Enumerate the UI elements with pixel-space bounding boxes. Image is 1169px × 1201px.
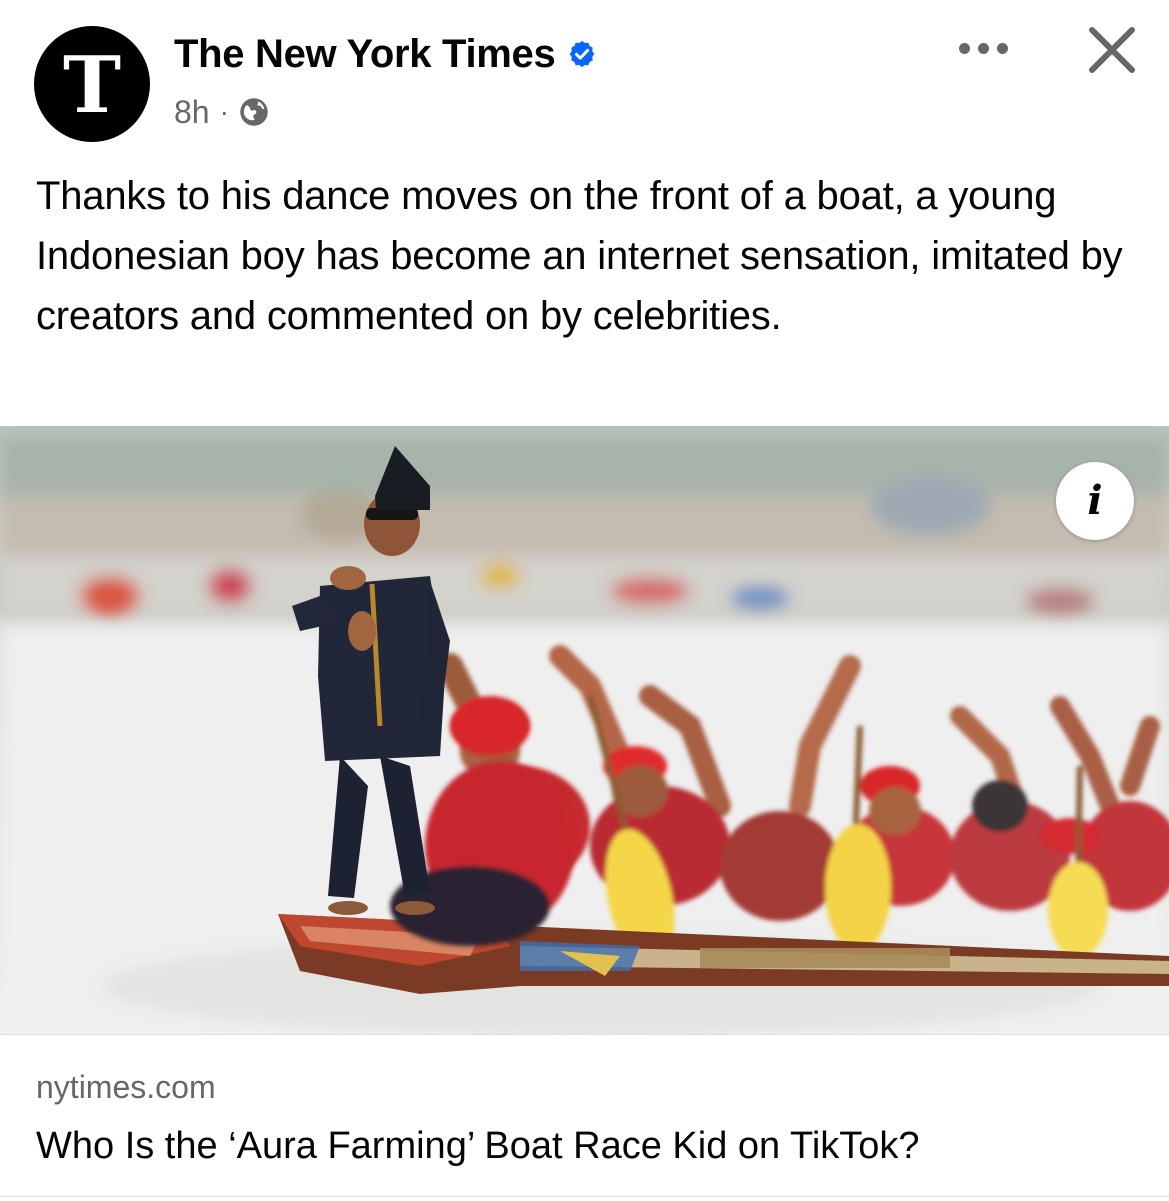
info-button[interactable]: i [1056, 462, 1134, 540]
link-preview[interactable]: nytimes.com Who Is the ‘Aura Farming’ Bo… [0, 1034, 1169, 1201]
post-meta: 8h · [174, 92, 269, 132]
divider [0, 1196, 1169, 1197]
boat-race-photo [0, 426, 1169, 1034]
meta-separator: · [219, 96, 229, 127]
more-dot [977, 42, 989, 54]
verified-badge-icon [570, 40, 595, 68]
more-dot [958, 42, 970, 54]
post-timestamp[interactable]: 8h [174, 94, 210, 131]
link-title[interactable]: Who Is the ‘Aura Farming’ Boat Race Kid … [36, 1125, 1146, 1168]
info-icon: i [1087, 477, 1103, 524]
post-image[interactable] [0, 426, 1169, 1034]
page-name-row: The New York Times [174, 30, 597, 78]
page-name[interactable]: The New York Times [174, 32, 556, 77]
more-options-icon[interactable] [948, 28, 1018, 68]
post-caption: Thanks to his dance moves on the front o… [36, 174, 1123, 338]
more-dot [996, 42, 1008, 54]
close-icon[interactable] [1082, 20, 1142, 80]
globe-icon[interactable] [239, 97, 269, 127]
facebook-post: T The New York Times 8h · Thanks to his … [0, 0, 1169, 1201]
link-domain: nytimes.com [36, 1069, 216, 1105]
nyt-logo-icon: T [62, 40, 122, 131]
page-avatar[interactable]: T [34, 26, 150, 142]
